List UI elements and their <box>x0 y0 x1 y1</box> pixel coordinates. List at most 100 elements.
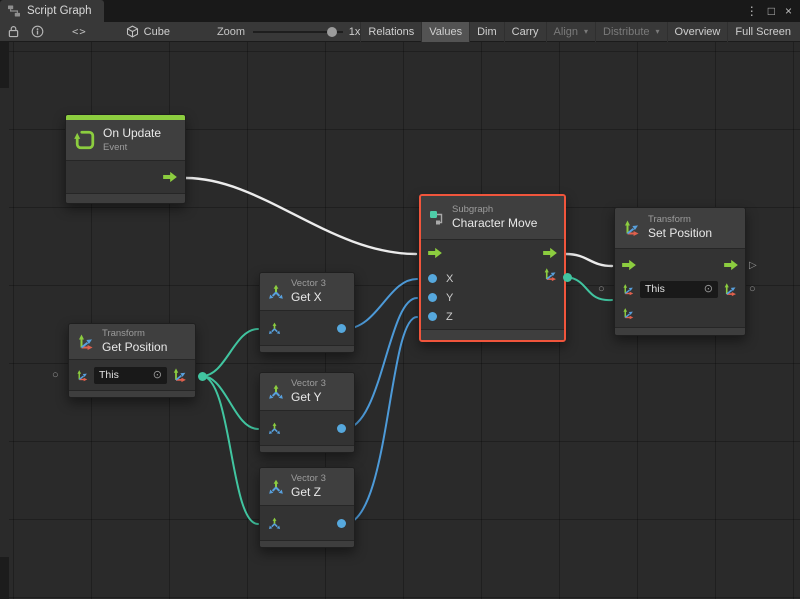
node-get-z[interactable]: Vector 3 Get Z <box>259 467 355 548</box>
transform-icon <box>623 219 641 237</box>
getposition-output-port[interactable] <box>198 372 207 381</box>
node-header[interactable]: Subgraph Character Move <box>421 196 564 240</box>
tab-title: Script Graph <box>27 5 92 17</box>
node-header[interactable]: Vector 3 Get X <box>260 273 354 311</box>
node-header[interactable]: Vector 3 Get Y <box>260 373 354 411</box>
align-button[interactable]: Align ▾ <box>546 22 595 42</box>
tab-script-graph[interactable]: Script Graph <box>0 0 104 22</box>
distribute-button[interactable]: Distribute ▾ <box>595 22 666 42</box>
overview-button[interactable]: Overview <box>667 22 728 42</box>
graph-target-label: Cube <box>144 26 170 38</box>
node-body: This ⊙ <box>615 249 745 327</box>
transform-output-icon[interactable] <box>723 282 738 297</box>
float-output-port[interactable] <box>337 424 346 433</box>
carry-button[interactable]: Carry <box>504 22 546 42</box>
node-set-position[interactable]: Transform Set Position This ⊙ <box>614 207 746 336</box>
node-title: Get Y <box>291 390 326 406</box>
wire-getposition-to-getx[interactable] <box>202 329 258 376</box>
this-object-field[interactable]: This ⊙ <box>640 281 718 298</box>
float-output-port[interactable] <box>337 324 346 333</box>
zoom-value: 1x <box>349 26 361 38</box>
flow-out-port[interactable] <box>723 259 739 271</box>
node-get-position[interactable]: Transform Get Position This ⊙ <box>68 323 196 398</box>
window-menu-icon[interactable]: ⋮ <box>746 5 758 17</box>
node-subtitle: Vector 3 <box>291 378 326 390</box>
inspect-button[interactable] <box>25 22 50 42</box>
maximize-icon[interactable]: □ <box>768 5 775 17</box>
setposition-value-out-port[interactable]: ○ <box>749 284 756 295</box>
dim-button[interactable]: Dim <box>469 22 504 42</box>
node-title: Get X <box>291 290 326 306</box>
graph-target-button[interactable]: Cube <box>119 22 177 42</box>
node-header[interactable]: Vector 3 Get Z <box>260 468 354 506</box>
vector3-icon <box>268 384 284 400</box>
float-output-port[interactable] <box>337 519 346 528</box>
flow-in-port[interactable] <box>621 259 637 271</box>
zoom-slider[interactable] <box>253 22 343 42</box>
node-titles: Vector 3 Get X <box>291 278 326 306</box>
caret-down-icon: ▾ <box>656 27 660 36</box>
node-body <box>260 506 354 540</box>
y-input-port[interactable] <box>428 293 437 302</box>
vector3-input-port-icon[interactable] <box>268 422 281 435</box>
fullscreen-button[interactable]: Full Screen <box>727 22 798 42</box>
node-titles: On Update Event <box>103 126 161 154</box>
subgraph-icon <box>429 210 445 226</box>
z-input-port[interactable] <box>428 312 437 321</box>
close-icon[interactable]: × <box>785 5 792 17</box>
wire-charactermove-to-setposition-value[interactable] <box>567 277 612 300</box>
object-picker-icon[interactable]: ⊙ <box>153 370 162 381</box>
script-graph-window: Script Graph ⋮ □ × <> Cube Zoom 1x Relat… <box>0 0 800 599</box>
charactermove-value-output-port[interactable] <box>563 273 572 282</box>
wire-onupdate-to-charactermove[interactable] <box>186 178 416 254</box>
node-subtitle: Transform <box>648 214 712 226</box>
vector3-output-icon[interactable] <box>543 267 558 282</box>
transform-port-icon[interactable] <box>622 283 635 296</box>
flow-in-port[interactable] <box>427 247 443 259</box>
lock-button[interactable] <box>2 22 25 42</box>
node-get-y[interactable]: Vector 3 Get Y <box>259 372 355 453</box>
wire-charactermove-to-setposition[interactable] <box>566 254 612 266</box>
node-titles: Subgraph Character Move <box>452 204 537 232</box>
transform-port-icon[interactable] <box>76 369 89 382</box>
this-object-field[interactable]: This ⊙ <box>94 367 167 384</box>
node-header[interactable]: Transform Set Position <box>615 208 745 249</box>
vector3-input-port-icon[interactable] <box>622 307 635 320</box>
node-subtitle: Event <box>103 142 161 154</box>
port-row-y: Y <box>421 288 564 307</box>
values-button[interactable]: Values <box>421 22 469 42</box>
node-title: On Update <box>103 126 161 142</box>
object-picker-icon[interactable]: ⊙ <box>704 284 713 295</box>
graph-canvas[interactable]: ○ ○ ▷ ○ On Update Event Tran <box>0 42 800 599</box>
zoom-slider-handle[interactable] <box>327 27 337 37</box>
code-preview-button[interactable]: <> <box>66 22 93 42</box>
node-get-x[interactable]: Vector 3 Get X <box>259 272 355 353</box>
vector3-output-icon[interactable] <box>172 367 188 383</box>
node-header[interactable]: On Update Event <box>66 120 185 161</box>
vector3-input-port-icon[interactable] <box>268 517 281 530</box>
node-body: This ⊙ <box>69 360 195 390</box>
node-on-update[interactable]: On Update Event <box>65 114 186 204</box>
port-row-z: Z <box>421 307 564 326</box>
node-character-move[interactable]: Subgraph Character Move X <box>419 194 566 342</box>
setposition-this-port[interactable]: ○ <box>598 284 605 295</box>
node-titles: Transform Get Position <box>102 328 167 356</box>
node-subtitle: Subgraph <box>452 204 537 216</box>
node-title: Get Position <box>102 340 167 356</box>
wire-getposition-to-getz[interactable] <box>202 376 258 524</box>
value-port-row <box>615 301 745 325</box>
flow-out-port[interactable] <box>542 247 558 259</box>
flow-out-port[interactable] <box>162 171 178 183</box>
node-header[interactable]: Transform Get Position <box>69 324 195 360</box>
wire-getposition-to-gety[interactable] <box>202 376 258 429</box>
getposition-this-port[interactable]: ○ <box>52 370 59 381</box>
node-title: Character Move <box>452 216 537 232</box>
node-body <box>260 311 354 345</box>
relations-button[interactable]: Relations <box>360 22 421 42</box>
node-subtitle: Vector 3 <box>291 278 326 290</box>
code-icon: <> <box>72 26 87 38</box>
node-footer <box>260 540 354 547</box>
x-input-port[interactable] <box>428 274 437 283</box>
vector3-input-port-icon[interactable] <box>268 322 281 335</box>
setposition-flow-out-port[interactable]: ▷ <box>749 261 757 271</box>
